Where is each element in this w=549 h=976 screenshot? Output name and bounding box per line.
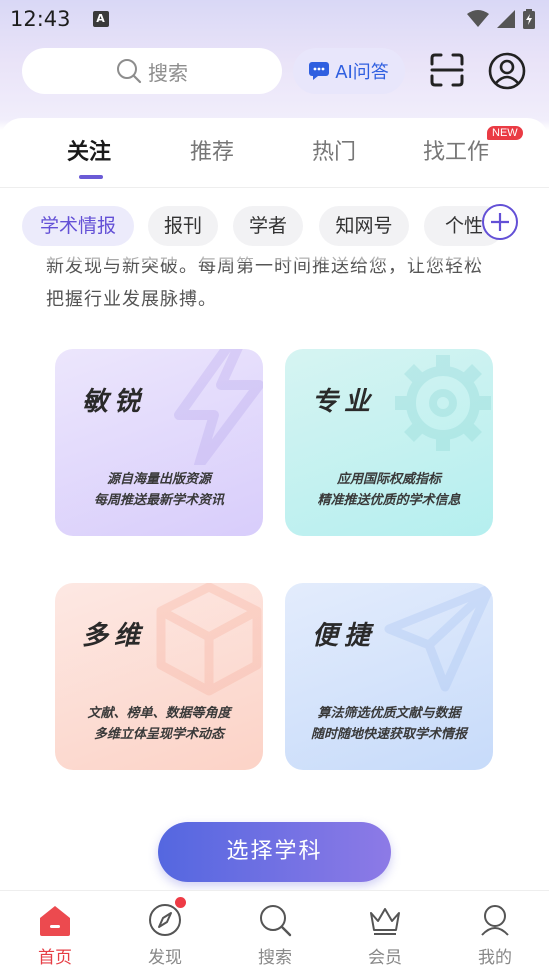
chip-academic-intel[interactable]: 学术情报 xyxy=(22,206,134,246)
feature-desc-line2: 每周推送最新学术资讯 xyxy=(93,493,224,508)
search-input[interactable]: 搜索 xyxy=(22,48,282,94)
feature-card-keen: 敏锐 源自海量出版资源 每周推送最新学术资讯 xyxy=(55,349,263,536)
feature-desc-line2: 精准推送优质的学术信息 xyxy=(317,493,461,508)
new-badge: NEW xyxy=(487,126,523,140)
search-icon xyxy=(260,905,292,937)
feature-desc-line1: 算法筛选优质文献与数据 xyxy=(317,706,461,721)
feature-title: 便捷 xyxy=(312,621,377,651)
nav-mine-label: 我的 xyxy=(478,948,512,968)
nav-home[interactable]: 首页 xyxy=(0,891,110,976)
chat-icon xyxy=(309,62,330,80)
tab-hot[interactable]: 热门 xyxy=(312,134,356,166)
gear-icon xyxy=(395,355,491,451)
feature-desc-line1: 源自海量出版资源 xyxy=(106,472,211,487)
nav-discover[interactable]: 发现 xyxy=(110,891,220,976)
a-icon: A xyxy=(92,11,109,27)
tab-recommend[interactable]: 推荐 xyxy=(190,134,234,166)
tab-follow[interactable]: 关注 xyxy=(67,134,111,166)
status-bar: 12:43 A xyxy=(0,0,549,38)
nav-discover-label: 发现 xyxy=(148,948,182,968)
nav-search-label: 搜索 xyxy=(258,948,292,968)
ai-qa-label: AI问答 xyxy=(335,62,389,83)
feature-desc-line1: 应用国际权威指标 xyxy=(336,472,441,487)
scan-icon[interactable] xyxy=(429,52,465,88)
paper-plane-icon xyxy=(384,584,493,692)
tab-find-job[interactable]: 找工作 xyxy=(423,134,489,166)
choose-subject-button[interactable]: 选择学科 xyxy=(158,822,391,882)
profile-icon[interactable] xyxy=(488,52,526,90)
search-placeholder: 搜索 xyxy=(148,60,188,85)
battery-icon xyxy=(523,9,535,29)
nav-home-label: 首页 xyxy=(38,948,72,968)
bottom-nav: 首页 发现 搜索 会员 我的 xyxy=(0,890,549,976)
feature-card-multidimensional: 多维 文献、榜单、数据等角度 多维立体呈现学术动态 xyxy=(55,583,263,770)
ai-qa-button[interactable]: AI问答 xyxy=(293,48,405,94)
feature-title: 敏锐 xyxy=(82,387,147,417)
add-category-icon[interactable] xyxy=(481,203,519,241)
chip-journals[interactable]: 报刊 xyxy=(148,206,218,246)
nav-mine[interactable]: 我的 xyxy=(440,891,549,976)
feature-title: 多维 xyxy=(82,621,147,651)
signal-icon xyxy=(497,10,515,28)
feature-card-convenient: 便捷 算法筛选优质文献与数据 随时随地快速获取学术情报 xyxy=(285,583,493,770)
top-bar: 搜索 AI问答 xyxy=(22,48,532,94)
cube-icon xyxy=(156,583,262,696)
compass-icon xyxy=(149,904,181,936)
feature-title: 专业 xyxy=(312,387,377,417)
person-icon xyxy=(481,905,509,936)
tab-bar: 关注 推荐 热门 找工作 NEW xyxy=(0,118,549,188)
lightning-icon xyxy=(174,349,263,465)
nav-member-label: 会员 xyxy=(368,948,402,968)
category-chips: 学术情报 报刊 学者 知网号 个性 xyxy=(22,206,549,246)
crown-icon xyxy=(370,908,400,935)
chip-scholars[interactable]: 学者 xyxy=(233,206,303,246)
nav-member[interactable]: 会员 xyxy=(330,891,440,976)
tab-underline xyxy=(79,175,103,179)
intro-fade xyxy=(0,246,549,262)
feature-desc-line2: 多维立体呈现学术动态 xyxy=(93,727,224,742)
chip-cnki-accounts[interactable]: 知网号 xyxy=(319,206,409,246)
notification-dot xyxy=(175,897,186,908)
wifi-icon xyxy=(467,10,489,27)
feature-desc-line1: 文献、榜单、数据等角度 xyxy=(87,706,231,721)
feature-card-professional: 专业 应用国际权威指标 精准推送优质的学术信息 xyxy=(285,349,493,536)
feature-desc-line2: 随时随地快速获取学术情报 xyxy=(310,727,467,742)
home-icon xyxy=(40,906,70,936)
search-icon xyxy=(117,59,142,84)
intro-line-2: 把握行业发展脉搏。 xyxy=(46,289,217,310)
status-time: 12:43 xyxy=(10,7,71,31)
nav-search[interactable]: 搜索 xyxy=(220,891,330,976)
